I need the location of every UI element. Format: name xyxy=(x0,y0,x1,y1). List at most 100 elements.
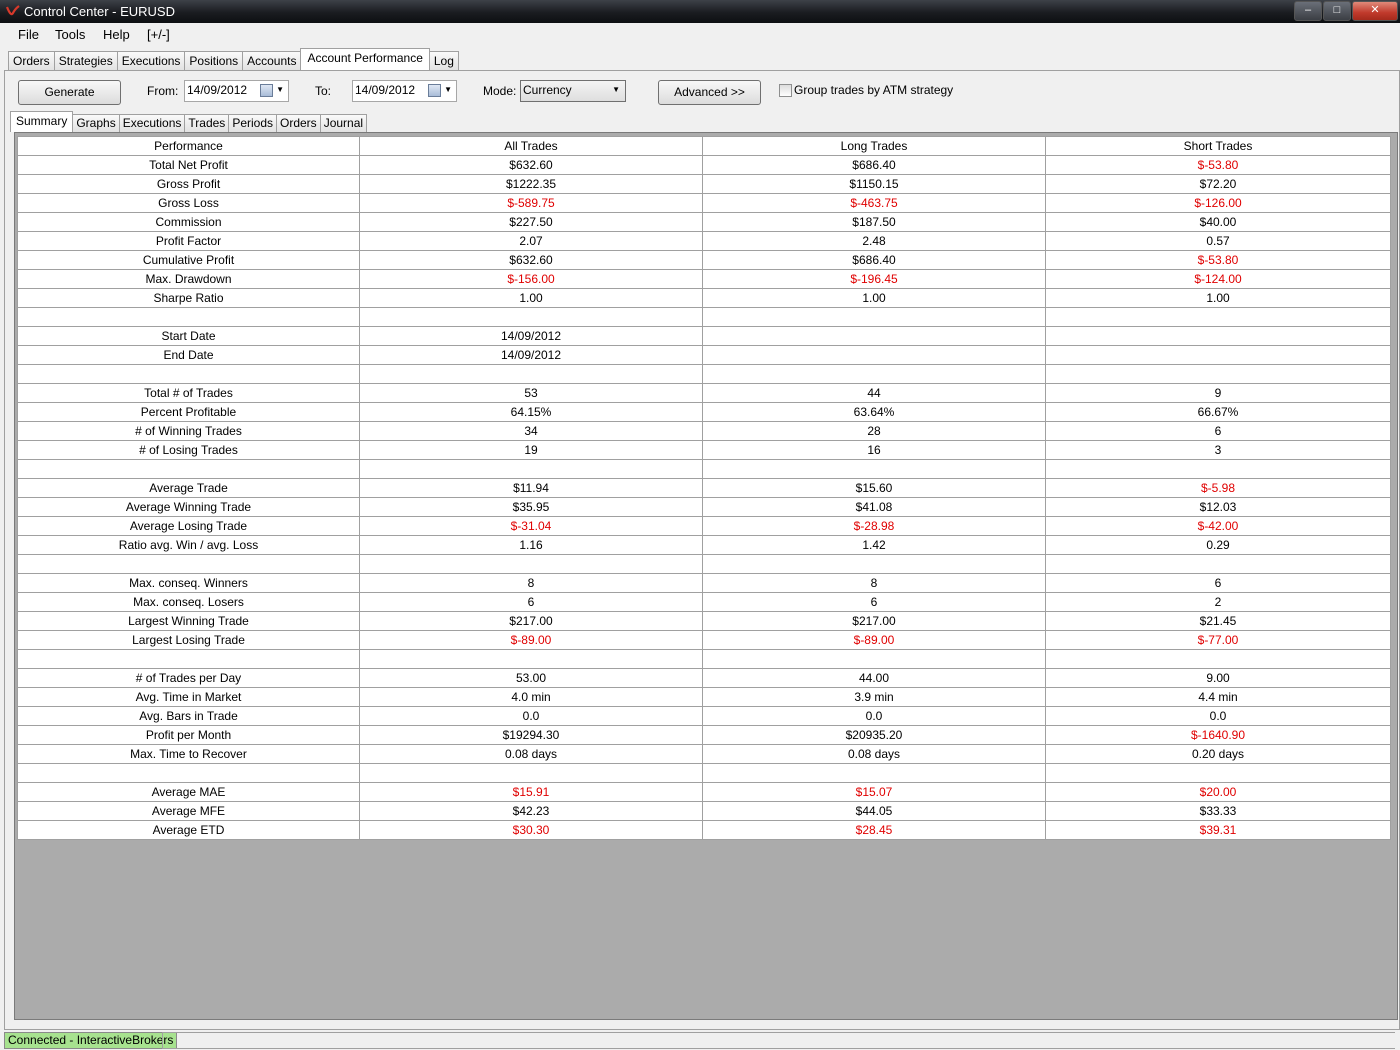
column-header[interactable]: Short Trades xyxy=(1045,136,1391,156)
table-row: Average MAE $15.91 $15.07 $20.00 xyxy=(17,782,1391,802)
metric-value: 1.42 xyxy=(702,535,1046,555)
tab-executions[interactable]: Executions xyxy=(116,51,186,70)
metric-value: $19294.30 xyxy=(359,725,703,745)
metric-value xyxy=(1045,649,1391,669)
metric-label: Total Net Profit xyxy=(17,155,360,175)
metric-value: 6 xyxy=(359,592,703,612)
tab-log[interactable]: Log xyxy=(428,51,459,70)
metric-value xyxy=(702,326,1046,346)
metric-label: Commission xyxy=(17,212,360,232)
metric-label: Cumulative Profit xyxy=(17,250,360,270)
subtab-summary[interactable]: Summary xyxy=(10,111,74,132)
mode-select[interactable]: Currency ▼ xyxy=(520,80,626,102)
table-row xyxy=(17,459,1391,479)
minimize-button[interactable]: – xyxy=(1294,1,1322,21)
tab-strategies[interactable]: Strategies xyxy=(53,51,118,70)
menu-toggle[interactable]: [+/-] xyxy=(147,27,170,42)
metric-value xyxy=(1045,364,1391,384)
chevron-down-icon[interactable]: ▼ xyxy=(612,85,620,94)
metric-value: $15.60 xyxy=(702,478,1046,498)
from-date-picker[interactable]: 14/09/2012 ▼ xyxy=(184,80,289,102)
metric-value: 53 xyxy=(359,383,703,403)
column-header[interactable]: All Trades xyxy=(359,136,703,156)
metric-value: 0.0 xyxy=(1045,706,1391,726)
subtab-orders[interactable]: Orders xyxy=(276,114,321,132)
metric-value: $632.60 xyxy=(359,250,703,270)
tab-orders[interactable]: Orders xyxy=(8,51,55,70)
table-row: Percent Profitable 64.15% 63.64% 66.67% xyxy=(17,402,1391,422)
tab-accounts[interactable]: Accounts xyxy=(242,51,302,70)
to-date-picker[interactable]: 14/09/2012 ▼ xyxy=(352,80,457,102)
table-row: Gross Profit $1222.35 $1150.15 $72.20 xyxy=(17,174,1391,194)
menu-tools[interactable]: Tools xyxy=(55,27,85,42)
table-row: # of Losing Trades 19 16 3 xyxy=(17,440,1391,460)
table-row: Max. conseq. Winners 8 8 6 xyxy=(17,573,1391,593)
metric-value: $35.95 xyxy=(359,497,703,517)
metric-value: 2 xyxy=(1045,592,1391,612)
metric-value: 3.9 min xyxy=(702,687,1046,707)
calendar-icon[interactable] xyxy=(260,84,273,97)
metric-value: $-124.00 xyxy=(1045,269,1391,289)
sub-tab-strip: Summary Graphs Executions Trades Periods Orde… xyxy=(10,111,368,132)
metric-label xyxy=(17,649,360,669)
metric-label: Sharpe Ratio xyxy=(17,288,360,308)
metric-value: 6 xyxy=(702,592,1046,612)
subtab-trades[interactable]: Trades xyxy=(184,114,230,132)
metric-value xyxy=(1045,326,1391,346)
calendar-icon[interactable] xyxy=(428,84,441,97)
metric-value xyxy=(702,554,1046,574)
advanced-button[interactable]: Advanced >> xyxy=(658,80,761,105)
metric-value: $42.23 xyxy=(359,801,703,821)
metric-label: Max. conseq. Winners xyxy=(17,573,360,593)
metric-value: 1.00 xyxy=(359,288,703,308)
metric-label xyxy=(17,364,360,384)
metric-value xyxy=(359,459,703,479)
table-row: Average MFE $42.23 $44.05 $33.33 xyxy=(17,801,1391,821)
summary-grid-panel: Performance All Trades Long Trades Short Tr… xyxy=(14,132,1398,1020)
metric-label: End Date xyxy=(17,345,360,365)
table-row: Total # of Trades 53 44 9 xyxy=(17,383,1391,403)
subtab-graphs[interactable]: Graphs xyxy=(72,114,120,132)
metric-value xyxy=(702,307,1046,327)
table-row: Gross Loss $-589.75 $-463.75 $-126.00 xyxy=(17,193,1391,213)
column-header[interactable]: Long Trades xyxy=(702,136,1046,156)
menu-help[interactable]: Help xyxy=(103,27,130,42)
metric-value: 9.00 xyxy=(1045,668,1391,688)
close-button[interactable]: ✕ xyxy=(1352,1,1398,21)
subtab-journal[interactable]: Journal xyxy=(319,114,368,132)
metric-label: Percent Profitable xyxy=(17,402,360,422)
tab-account-performance[interactable]: Account Performance xyxy=(300,48,430,70)
table-row: Profit per Month $19294.30 $20935.20 $-1640… xyxy=(17,725,1391,745)
tab-positions[interactable]: Positions xyxy=(184,51,244,70)
chevron-down-icon[interactable]: ▼ xyxy=(276,85,284,94)
metric-label xyxy=(17,763,360,783)
metric-value: 3 xyxy=(1045,440,1391,460)
menu-file[interactable]: File xyxy=(18,27,39,42)
column-header[interactable]: Performance xyxy=(17,136,360,156)
metric-value: 0.08 days xyxy=(359,744,703,764)
chevron-down-icon[interactable]: ▼ xyxy=(444,85,452,94)
metric-value: 53.00 xyxy=(359,668,703,688)
table-row: Commission $227.50 $187.50 $40.00 xyxy=(17,212,1391,232)
group-atm-checkbox[interactable] xyxy=(779,84,792,97)
metric-value xyxy=(1045,307,1391,327)
subtab-periods[interactable]: Periods xyxy=(228,114,277,132)
maximize-button[interactable]: □ xyxy=(1323,1,1351,21)
generate-button[interactable]: Generate xyxy=(18,80,121,105)
metric-value: $-53.80 xyxy=(1045,155,1391,175)
metric-label: Max. Drawdown xyxy=(17,269,360,289)
metric-label: Avg. Time in Market xyxy=(17,687,360,707)
metric-label: Largest Winning Trade xyxy=(17,611,360,631)
subtab-executions[interactable]: Executions xyxy=(118,114,186,132)
metric-value: 28 xyxy=(702,421,1046,441)
metric-value xyxy=(359,763,703,783)
metric-value xyxy=(702,649,1046,669)
from-date-value: 14/09/2012 xyxy=(187,83,248,97)
metric-value: 66.67% xyxy=(1045,402,1391,422)
table-row: Cumulative Profit $632.60 $686.40 $-53.80 xyxy=(17,250,1391,270)
metric-value: $20935.20 xyxy=(702,725,1046,745)
table-row: # of Winning Trades 34 28 6 xyxy=(17,421,1391,441)
metric-value: $40.00 xyxy=(1045,212,1391,232)
metric-value: $28.45 xyxy=(702,820,1046,840)
metric-label: Average MAE xyxy=(17,782,360,802)
